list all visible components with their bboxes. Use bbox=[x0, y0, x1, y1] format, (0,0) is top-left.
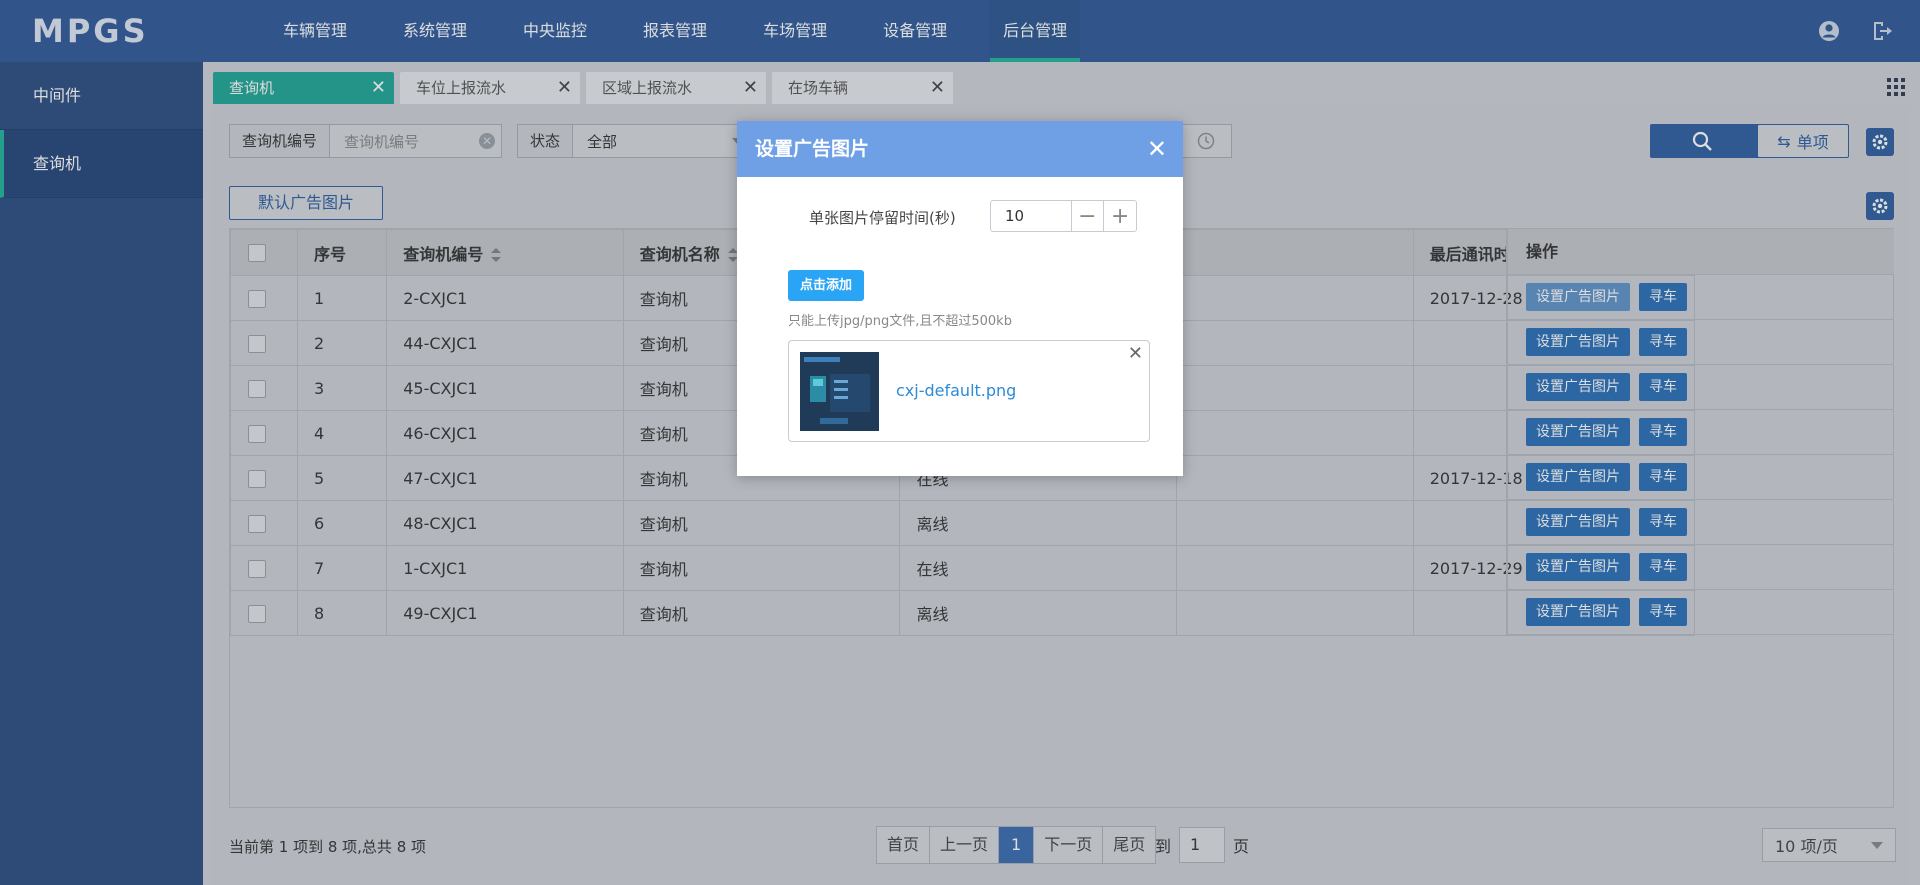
image-thumbnail bbox=[800, 352, 879, 431]
close-icon[interactable]: ✕ bbox=[1147, 121, 1167, 177]
dialog-header: 设置广告图片 ✕ bbox=[737, 121, 1183, 177]
minus-icon[interactable]: − bbox=[1070, 201, 1104, 231]
duration-label: 单张图片停留时间(秒) bbox=[809, 209, 956, 227]
duration-stepper: 10 − + bbox=[990, 200, 1137, 232]
close-icon[interactable]: ✕ bbox=[1128, 343, 1143, 364]
upload-tip: 只能上传jpg/png文件,且不超过500kb bbox=[788, 314, 1012, 329]
duration-input[interactable]: 10 bbox=[991, 207, 1071, 225]
uploaded-file-item: cxj-default.png ✕ bbox=[788, 340, 1150, 442]
plus-icon[interactable]: + bbox=[1103, 201, 1136, 231]
dialog-title: 设置广告图片 bbox=[755, 138, 870, 160]
add-image-button[interactable]: 点击添加 bbox=[788, 270, 864, 301]
set-ad-image-dialog: 设置广告图片 ✕ 单张图片停留时间(秒) 10 − + 点击添加 只能上传jpg… bbox=[737, 121, 1183, 476]
file-name-link[interactable]: cxj-default.png bbox=[896, 381, 1016, 400]
